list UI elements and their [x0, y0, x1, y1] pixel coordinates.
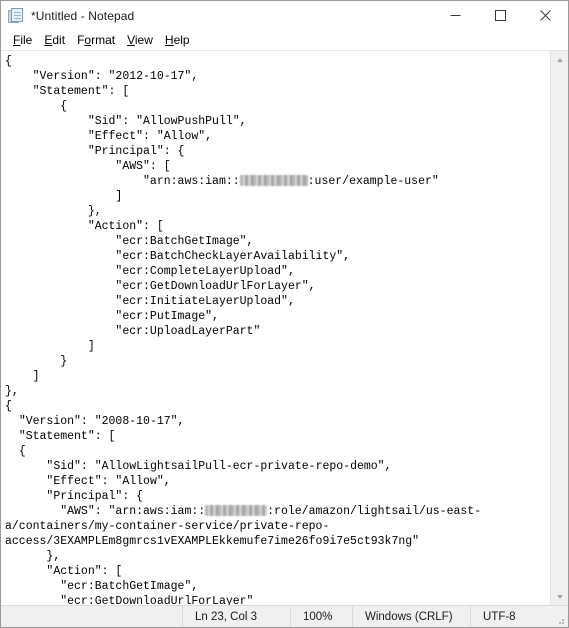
scrollbar-track[interactable]	[551, 68, 568, 588]
editor-area: { "Version": "2012-10-17", "Statement": …	[1, 51, 568, 605]
menu-item-format-rest: rmat	[91, 33, 116, 47]
chevron-down-icon	[556, 594, 563, 599]
resize-grip[interactable]	[550, 606, 568, 627]
close-icon	[540, 10, 551, 21]
scrollbar-thumb[interactable]	[551, 68, 568, 588]
minimize-button[interactable]	[433, 1, 478, 30]
status-zoom-level: 100%	[290, 606, 352, 627]
document-text[interactable]: { "Version": "2012-10-17", "Statement": …	[5, 54, 548, 605]
chevron-up-icon	[556, 57, 563, 62]
menu-item-format[interactable]: Format	[71, 31, 121, 49]
status-encoding: UTF-8	[470, 606, 550, 627]
close-button[interactable]	[523, 1, 568, 30]
menu-item-help[interactable]: Help	[159, 31, 196, 49]
menu-item-edit[interactable]: Edit	[38, 31, 71, 49]
status-bar: Ln 23, Col 3 100% Windows (CRLF) UTF-8	[1, 605, 568, 627]
menu-item-file[interactable]: File	[7, 31, 38, 49]
status-line-ending: Windows (CRLF)	[352, 606, 470, 627]
text-editor[interactable]: { "Version": "2012-10-17", "Statement": …	[1, 51, 550, 605]
status-bar-spacer	[1, 606, 182, 627]
menu-item-view-rest: iew	[134, 33, 153, 47]
menu-item-edit-rest: dit	[52, 33, 66, 47]
notepad-icon	[8, 7, 24, 24]
window-controls	[433, 1, 568, 30]
menu-item-view[interactable]: View	[121, 31, 159, 49]
title-bar-left: *Untitled - Notepad	[1, 7, 433, 24]
minimize-icon	[450, 15, 461, 16]
window-title: *Untitled - Notepad	[31, 8, 135, 23]
status-cursor-position: Ln 23, Col 3	[182, 606, 290, 627]
notepad-window: *Untitled - Notepad File Edit Format Vie…	[0, 0, 569, 628]
scroll-down-button[interactable]	[551, 588, 568, 605]
title-bar[interactable]: *Untitled - Notepad	[1, 1, 568, 30]
maximize-button[interactable]	[478, 1, 523, 30]
aws-account-id-redacted	[205, 505, 268, 516]
vertical-scrollbar[interactable]	[550, 51, 568, 605]
menu-item-help-rest: elp	[173, 33, 190, 47]
scroll-up-button[interactable]	[551, 51, 568, 68]
maximize-icon	[495, 10, 506, 21]
aws-account-id-redacted	[239, 175, 308, 186]
menu-item-file-rest: ile	[20, 33, 33, 47]
menu-bar: File Edit Format View Help	[1, 30, 568, 51]
